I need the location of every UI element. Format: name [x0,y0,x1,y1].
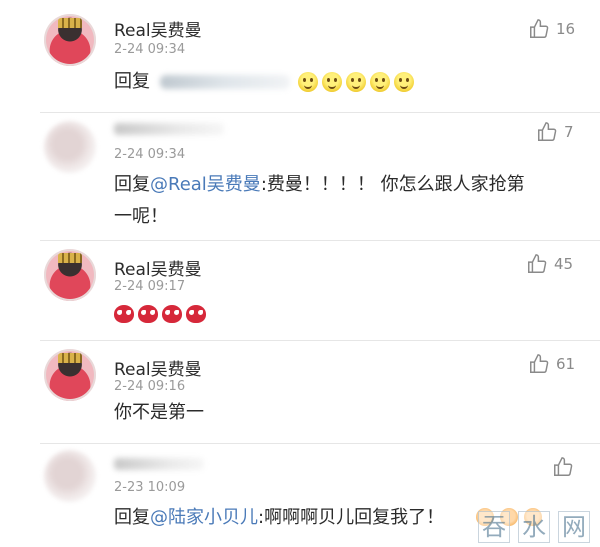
thumbs-up-icon [538,122,557,141]
spiderman-emoji-icon [138,305,158,323]
reply-prefix: 回复 [114,71,150,92]
mention-link[interactable]: @Real吴费曼 [150,174,261,195]
comment-item: Real吴费曼 2-24 09:17 45 [0,241,600,341]
username[interactable]: Real吴费曼 [114,16,202,41]
like-count: 61 [556,355,576,373]
watermark-char: 网 [558,511,590,543]
comment-text: 回复@陆家小贝儿:啊啊啊贝儿回复我了！ [114,502,444,534]
timestamp: 2-24 09:34 [114,147,186,162]
avatar[interactable] [44,249,96,301]
thumbs-up-icon [554,457,573,476]
timestamp: 2-24 09:34 [114,42,186,57]
reply-prefix: 回复 [114,507,150,528]
comment-text: 你不是第一 [114,402,204,423]
reply-prefix: 回复 [114,174,150,195]
like-button[interactable]: 45 [526,253,573,275]
watermark-char: 水 [518,511,550,543]
thumbs-up-icon [530,354,549,373]
timestamp: 2-24 09:16 [114,379,186,394]
watermark-char: 吞 [478,511,510,543]
like-button[interactable] [552,456,580,478]
comment-text: 回复 [114,66,150,98]
spiderman-emoji-icon [186,305,206,323]
comment-item: 2-24 09:34 7 回复@Real吴费曼:费曼！！！！ 你怎么跟人家抢第 … [0,113,600,240]
username-blurred [114,123,224,135]
emoji-row [114,305,206,323]
spiderman-emoji-icon [114,305,134,323]
spiderman-emoji-icon [162,305,182,323]
comment-item: Real吴费曼 2-24 09:34 16 回复 [0,0,600,112]
mention-link[interactable]: @陆家小贝儿 [150,507,258,528]
blurred-mention [160,75,290,89]
like-button[interactable]: 16 [528,18,575,40]
emoji-row [298,72,414,92]
username[interactable]: Real吴费曼 [114,255,202,280]
comment-item: Real吴费曼 2-24 09:16 61 你不是第一 [0,341,600,445]
thumbs-up-icon [530,19,549,38]
comment-text: 回复@Real吴费曼:费曼！！！！ 你怎么跟人家抢第 一呢！ [114,169,584,233]
like-count: 16 [556,20,576,38]
like-count: 45 [554,255,574,273]
timestamp: 2-23 10:09 [114,480,186,495]
smile-emoji-icon [298,72,318,92]
smile-emoji-icon [394,72,414,92]
like-count: 7 [564,123,574,141]
timestamp: 2-24 09:17 [114,279,186,294]
avatar[interactable] [44,450,96,502]
avatar[interactable] [44,121,96,173]
smile-emoji-icon [370,72,390,92]
comment-body-line1: :费曼！！！！ 你怎么跟人家抢第 [260,174,525,195]
comment-body-line2: 一呢！ [114,206,168,227]
avatar[interactable] [44,349,96,401]
thumbs-up-icon [528,254,547,273]
smile-emoji-icon [346,72,366,92]
like-button[interactable]: 7 [536,121,574,143]
avatar[interactable] [44,14,96,66]
like-button[interactable]: 61 [528,353,575,375]
watermark: 吞 水 网 [478,511,590,543]
username-blurred [114,458,204,470]
username[interactable]: Real吴费曼 [114,355,202,380]
comment-body: :啊啊啊贝儿回复我了！ [258,507,445,528]
smile-emoji-icon [322,72,342,92]
